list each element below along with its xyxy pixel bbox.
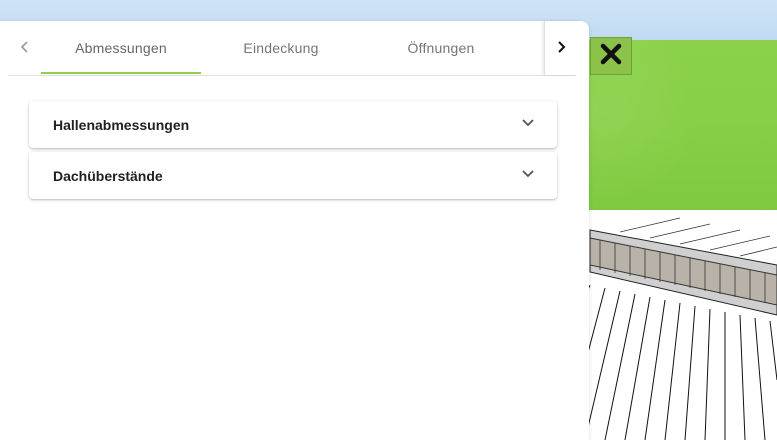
- chevron-right-icon: [555, 37, 567, 60]
- chevron-down-icon: [521, 167, 535, 181]
- tab-scroll-left-button[interactable]: [8, 21, 42, 75]
- accordion-dachueberstaende[interactable]: Dachüberstände: [29, 152, 557, 199]
- tab-oeffnungen[interactable]: Öffnungen: [361, 21, 521, 75]
- active-tab-indicator: [41, 72, 201, 74]
- accordion-title: Dachüberstände: [53, 167, 163, 184]
- accordion-title: Hallenabmessungen: [53, 116, 190, 133]
- tab-abmessungen[interactable]: Abmessungen: [41, 21, 201, 75]
- tab-bar: Abmessungen Eindeckung Öffnungen: [8, 21, 576, 76]
- accordion-hallenabmessungen[interactable]: Hallenabmessungen: [29, 101, 557, 148]
- close-button[interactable]: [590, 37, 632, 75]
- hall-model: [560, 210, 777, 440]
- close-icon: [599, 42, 623, 71]
- chevron-left-icon: [19, 37, 31, 60]
- chevron-down-icon: [521, 116, 535, 130]
- configurator-panel: Abmessungen Eindeckung Öffnungen Hallena…: [0, 21, 589, 440]
- tab-scroll-right-button[interactable]: [544, 21, 577, 75]
- tab-eindeckung[interactable]: Eindeckung: [201, 21, 361, 75]
